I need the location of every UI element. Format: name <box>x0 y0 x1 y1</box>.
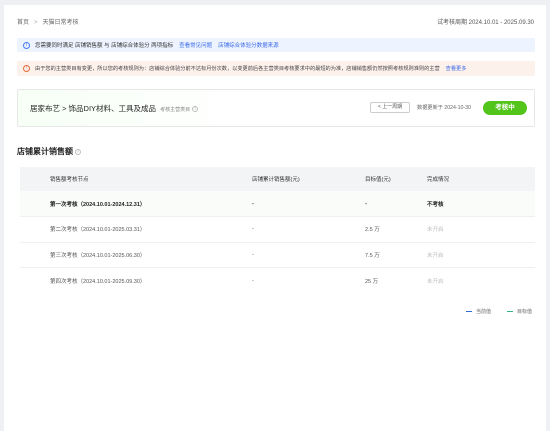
warning-bar: ! 由于您的主营类目有变更，所以您的考核规则为：店铺综合体验分前不达标月份次数，… <box>17 61 535 76</box>
help-icon[interactable]: ? <box>75 148 81 155</box>
row-node: 第三次考核（2024.10.01-2025.06.30） <box>20 241 252 268</box>
table-row: 第二次考核（2024.10.01-2025.03.31） - 2.5 万 未开启 <box>20 216 535 242</box>
prev-period-button[interactable]: < 上一周期 <box>370 102 410 113</box>
section-title-text: 店铺累计销售额 <box>17 147 73 156</box>
row-sales: - <box>252 216 365 242</box>
info-bar: i 您需要同时满足 店铺销售额 与 店铺综合体验分 两项指标 查看常见问题 店铺… <box>17 38 535 52</box>
help-icon[interactable]: ? <box>192 106 199 113</box>
top-bar: 首页 > 天猫日常考核 试考核周期 2024.10.01 - 2025.09.30 <box>4 5 546 32</box>
table-header-row: 销售额考核节点 店铺累计销售额(元) 目标值(元) 完成情况 <box>20 167 535 191</box>
row-status: 不考核 <box>427 201 444 208</box>
breadcrumb-current: 天猫日常考核 <box>42 20 79 26</box>
category-card: 居家布艺 > 饰品DIY材料、工具及成品 考核主营类目? < 上一周期 数据更新于… <box>17 89 535 127</box>
row-sales: - <box>252 241 365 268</box>
table-row: 第三次考核（2024.10.01-2025.06.30） - 7.5 万 未开启 <box>20 241 535 268</box>
row-target: 2.5 万 <box>365 216 427 242</box>
chevron-right-icon: > <box>34 20 38 26</box>
warning-text: 由于您的主营类目有变更，所以您的考核规则为：店铺综合体验分前不达标月份次数，以变… <box>35 66 440 72</box>
row-target: - <box>365 200 367 207</box>
page: 首页 > 天猫日常考核 试考核周期 2024.10.01 - 2025.09.30 … <box>4 5 546 431</box>
row-target: 25 万 <box>365 267 427 293</box>
row-sales: - <box>252 200 254 207</box>
row-sales: - <box>252 267 365 293</box>
legend-target[interactable]: 目标值 <box>506 308 532 315</box>
info-text: 您需要同时满足 店铺销售额 与 店铺综合体验分 两项指标 <box>35 43 174 49</box>
status-badge: 考核中 <box>483 101 527 115</box>
legend-target-label: 目标值 <box>516 309 532 315</box>
legend-current-label: 当前值 <box>475 309 491 315</box>
sales-table: 销售额考核节点 店铺累计销售额(元) 目标值(元) 完成情况 第一次考核（202… <box>20 167 535 293</box>
row-status: 未开启 <box>427 267 535 293</box>
breadcrumb: 首页 > 天猫日常考核 <box>17 17 79 26</box>
score-source-link[interactable]: 店铺综合体验分数据来源 <box>218 41 279 49</box>
row-node: 第二次考核（2024.10.01-2025.03.31） <box>20 216 252 242</box>
see-more-link[interactable]: 查看更多 <box>446 65 467 72</box>
category-name: 居家布艺 > 饰品DIY材料、工具及成品 <box>30 104 157 113</box>
row-target: 7.5 万 <box>365 241 427 268</box>
assessment-period: 试考核周期 2024.10.01 - 2025.09.30 <box>436 20 534 26</box>
info-icon: i <box>23 41 30 49</box>
row-node: 第一次考核（2024.10.01-2024.12.31） <box>50 201 146 208</box>
table-row: 第四次考核（2024.10.01-2025.09.30） - 25 万 未开启 <box>20 267 535 293</box>
chart-legend: 当前值 目标值 <box>465 308 532 315</box>
warning-icon: ! <box>23 65 30 72</box>
legend-target-swatch <box>506 310 513 313</box>
update-time: 数据更新于 2024-10-30 <box>417 105 471 111</box>
category-tag: 考核主营类目 <box>160 107 191 113</box>
row-status: 未开启 <box>427 241 535 268</box>
row-status: 未开启 <box>427 216 535 242</box>
row-node: 第四次考核（2024.10.01-2025.09.30） <box>20 267 252 293</box>
breadcrumb-home[interactable]: 首页 <box>17 20 29 26</box>
legend-current-swatch <box>465 310 472 313</box>
category-title: 居家布艺 > 饰品DIY材料、工具及成品 考核主营类目? <box>30 103 199 114</box>
table-row: 第一次考核（2024.10.01-2024.12.31） - - 不考核 <box>20 191 535 217</box>
header-target: 目标值(元) <box>365 177 391 183</box>
section-title: 店铺累计销售额? <box>17 146 81 157</box>
legend-current[interactable]: 当前值 <box>465 308 491 315</box>
header-node: 销售额考核节点 <box>50 177 89 183</box>
header-sales: 店铺累计销售额(元) <box>252 177 300 183</box>
header-status: 完成情况 <box>427 177 450 183</box>
faq-link[interactable]: 查看常见问题 <box>179 41 212 49</box>
